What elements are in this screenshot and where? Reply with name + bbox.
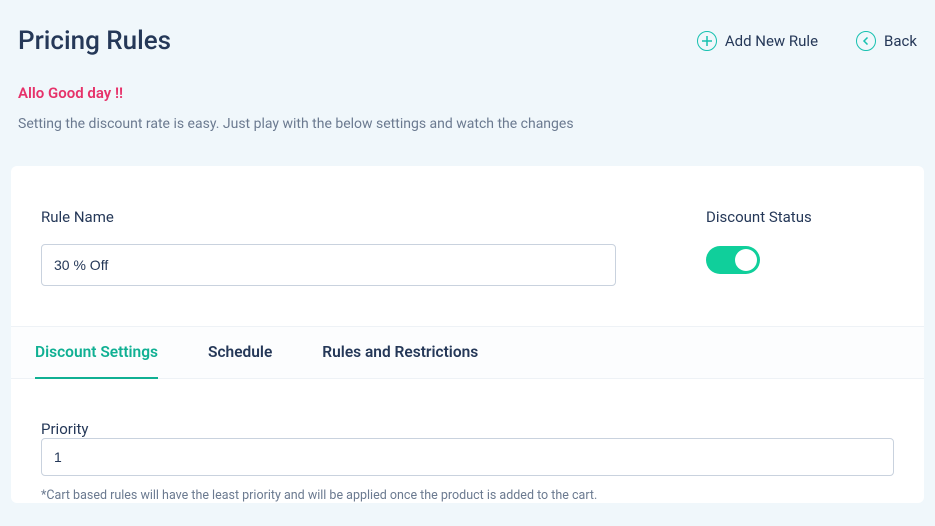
priority-hint: *Cart based rules will have the least pr… bbox=[41, 488, 894, 503]
greeting-text: Allo Good day !! bbox=[0, 56, 935, 102]
tab-schedule[interactable]: Schedule bbox=[208, 327, 272, 379]
header-actions: Add New Rule Back bbox=[697, 31, 917, 51]
rule-card: Rule Name Discount Status Discount Setti… bbox=[11, 166, 924, 503]
page-title: Pricing Rules bbox=[18, 26, 171, 56]
plus-icon bbox=[697, 31, 717, 51]
priority-label: Priority bbox=[41, 420, 88, 438]
back-button[interactable]: Back bbox=[856, 31, 917, 51]
tab-discount-settings[interactable]: Discount Settings bbox=[35, 327, 158, 379]
add-new-rule-label: Add New Rule bbox=[725, 32, 818, 50]
discount-status-toggle[interactable] bbox=[706, 246, 760, 274]
priority-input[interactable] bbox=[41, 438, 894, 476]
add-new-rule-button[interactable]: Add New Rule bbox=[697, 31, 818, 51]
tabs: Discount Settings Schedule Rules and Res… bbox=[11, 326, 924, 379]
rule-name-label: Rule Name bbox=[41, 208, 616, 226]
discount-status-label: Discount Status bbox=[706, 208, 812, 226]
tab-rules-restrictions[interactable]: Rules and Restrictions bbox=[322, 327, 478, 379]
subtext: Setting the discount rate is easy. Just … bbox=[0, 102, 935, 132]
back-label: Back bbox=[884, 32, 917, 50]
chevron-left-icon bbox=[856, 31, 876, 51]
toggle-knob bbox=[735, 249, 757, 271]
rule-name-input[interactable] bbox=[41, 244, 616, 286]
